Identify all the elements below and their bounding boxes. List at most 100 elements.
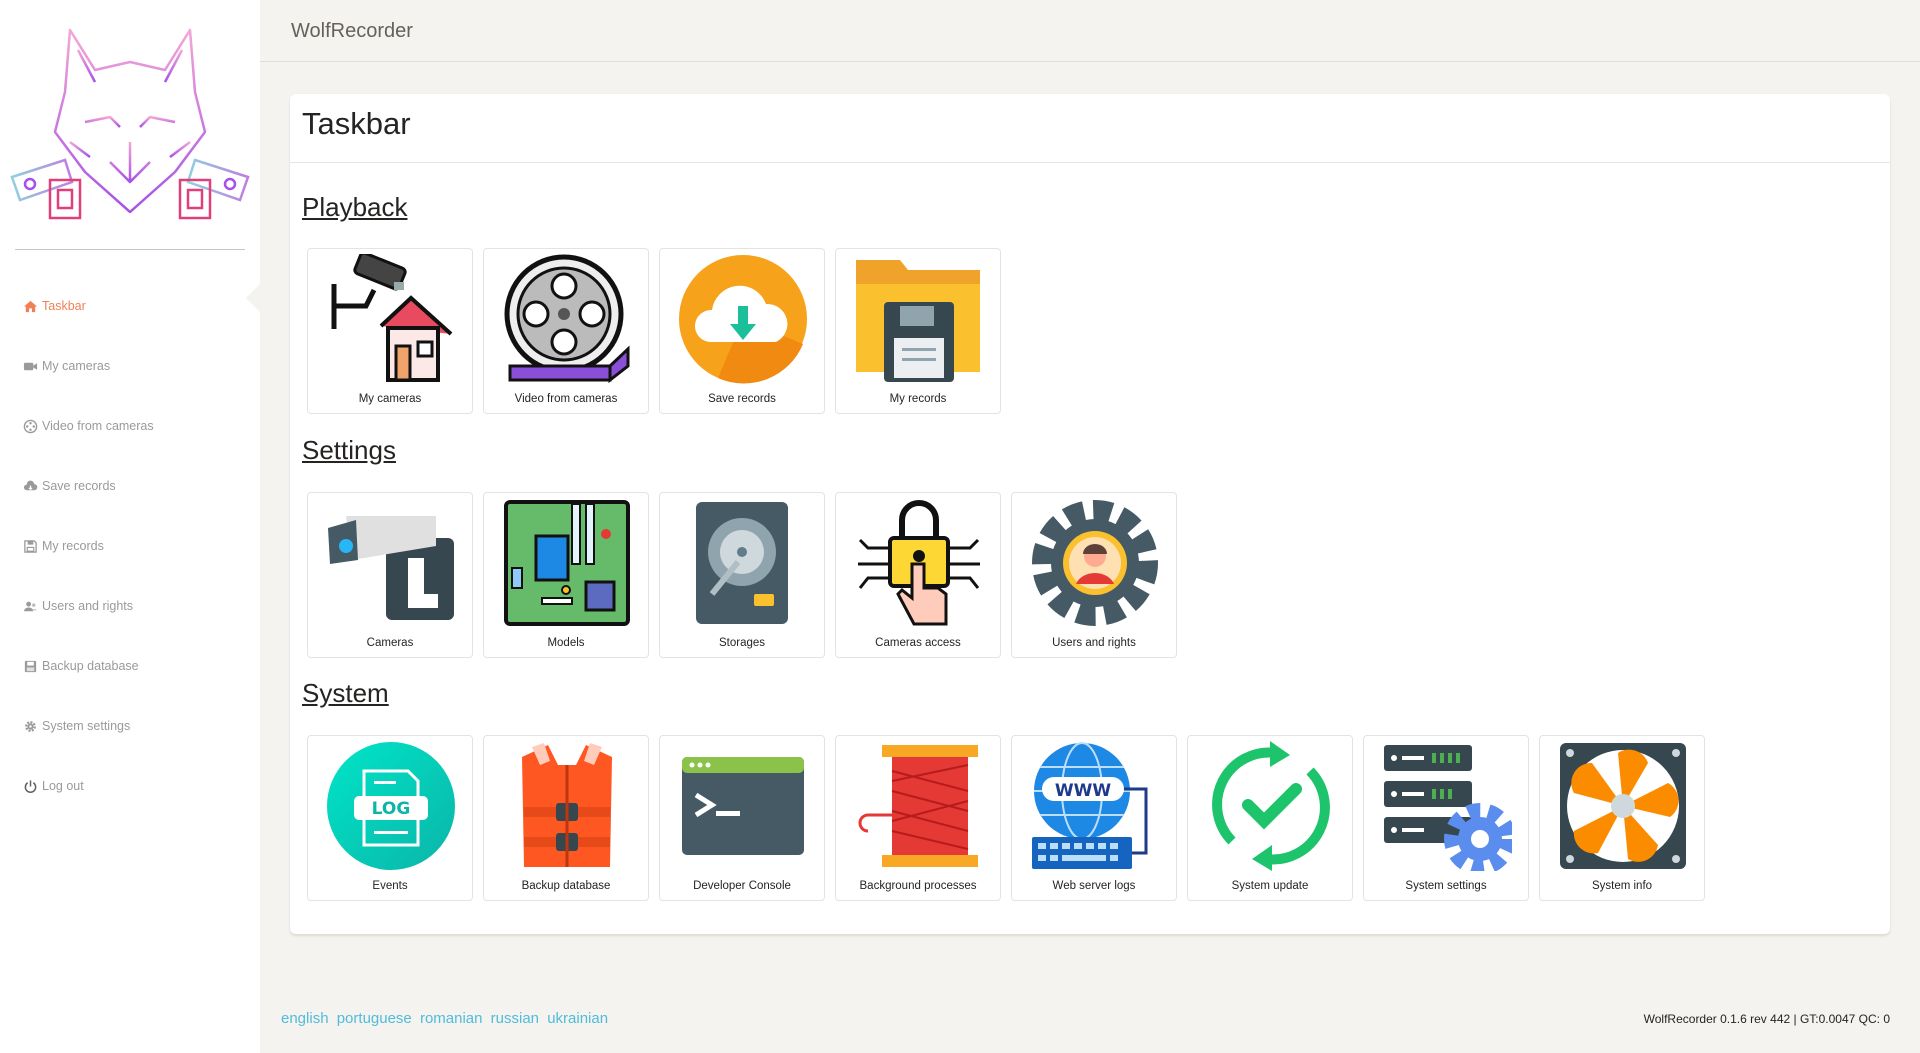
sidebar-item-log-out[interactable]: Log out (0, 756, 260, 816)
tile-events[interactable]: LOG Events (307, 735, 473, 901)
tile-label: Background processes (859, 880, 977, 892)
tile-label: Cameras (366, 637, 414, 649)
lang-portuguese-link[interactable]: portuguese (337, 1010, 412, 1027)
folder-floppy-icon (856, 260, 980, 382)
lang-english-link[interactable]: english (281, 1010, 329, 1027)
tile-web-server-logs[interactable]: WWW Web server logs (1011, 735, 1177, 901)
cctv-camera-icon (328, 516, 454, 620)
padlock-touch-icon (858, 500, 980, 626)
sidebar-item-save-records[interactable]: Save records (0, 456, 260, 516)
section-title-playback: Playback (302, 192, 408, 222)
floppy-icon (24, 539, 37, 553)
section-title-system: System (302, 678, 389, 708)
tile-label: Models (547, 637, 585, 649)
top-navbar: WolfRecorder (260, 0, 1920, 62)
thread-spool-icon (858, 745, 978, 867)
tile-label: Save records (708, 393, 776, 405)
svg-text:LOG: LOG (372, 799, 411, 819)
tile-label: Video from cameras (514, 393, 618, 405)
server-gear-icon (1384, 745, 1512, 871)
hard-drive-icon (696, 502, 788, 624)
film-reel-icon (504, 254, 630, 384)
terminal-icon (682, 757, 804, 855)
tile-my-cameras[interactable]: My cameras (307, 248, 473, 414)
tile-label: My cameras (358, 393, 422, 405)
film-icon (23, 419, 38, 433)
lang-ukrainian-link[interactable]: ukrainian (547, 1010, 608, 1027)
lang-romanian-link[interactable]: romanian (420, 1010, 483, 1027)
app-title[interactable]: WolfRecorder (291, 20, 413, 43)
tile-users-and-rights[interactable]: Users and rights (1011, 492, 1177, 658)
users-icon (23, 601, 38, 611)
tile-backup-database[interactable]: Backup database (483, 735, 649, 901)
gear-icon (25, 720, 36, 732)
taskbar-card: Taskbar Playback My cameras Video from c (290, 94, 1890, 934)
refresh-check-icon (1212, 741, 1330, 871)
tile-system-info[interactable]: System info (1539, 735, 1705, 901)
cloud-download-icon (679, 255, 807, 384)
video-camera-icon (23, 362, 38, 370)
sidebar: Taskbar My cameras Video from cameras Sa… (0, 0, 260, 1053)
database-save-icon (24, 660, 37, 672)
sidebar-item-label: System settings (42, 719, 131, 733)
home-icon (23, 300, 38, 312)
tile-save-records[interactable]: Save records (659, 248, 825, 414)
tile-label: Storages (718, 637, 766, 649)
active-item-caret (246, 284, 260, 312)
tile-label: System settings (1405, 880, 1487, 892)
tile-system-update[interactable]: System update (1187, 735, 1353, 901)
tile-cameras-access[interactable]: Cameras access (835, 492, 1001, 658)
tile-label: Events (372, 880, 408, 892)
tile-label: System update (1231, 880, 1309, 892)
tile-video-from-cameras[interactable]: Video from cameras (483, 248, 649, 414)
wolf-logo (10, 28, 250, 220)
sidebar-nav: Taskbar My cameras Video from cameras Sa… (0, 276, 260, 816)
sidebar-item-label: Video from cameras (42, 419, 154, 433)
sidebar-item-my-records[interactable]: My records (0, 516, 260, 576)
tile-models[interactable]: Models (483, 492, 649, 658)
version-info: WolfRecorder 0.1.6 rev 442 | GT:0.0047 Q… (1643, 1012, 1890, 1026)
tile-system-settings[interactable]: System settings (1363, 735, 1529, 901)
tile-my-records[interactable]: My records (835, 248, 1001, 414)
power-icon (24, 779, 37, 793)
tile-developer-console[interactable]: Developer Console (659, 735, 825, 901)
tile-cameras[interactable]: Cameras (307, 492, 473, 658)
tile-label: Users and rights (1052, 637, 1136, 649)
sidebar-item-my-cameras[interactable]: My cameras (0, 336, 260, 396)
sidebar-item-label: Log out (42, 779, 84, 793)
tile-label: Web server logs (1052, 880, 1136, 892)
section-title-settings: Settings (302, 435, 396, 465)
sidebar-divider (15, 249, 245, 250)
page-title: Taskbar (302, 106, 411, 141)
tile-label: My records (889, 393, 947, 405)
tile-background-processes[interactable]: Background processes (835, 735, 1001, 901)
sidebar-item-taskbar[interactable]: Taskbar (0, 276, 260, 336)
tile-storages[interactable]: Storages (659, 492, 825, 658)
sidebar-item-label: Save records (42, 479, 116, 493)
circuit-board-icon (504, 500, 630, 626)
language-switcher: english portuguese romanian russian ukra… (281, 1010, 612, 1027)
sidebar-item-video-from-cameras[interactable]: Video from cameras (0, 396, 260, 456)
life-vest-icon (522, 743, 612, 867)
tile-label: Cameras access (875, 637, 961, 649)
sidebar-item-label: Backup database (42, 659, 139, 673)
cloud-download-icon (23, 480, 38, 490)
camera-house-icon (331, 254, 453, 382)
sidebar-item-label: My records (42, 539, 104, 553)
lang-russian-link[interactable]: russian (491, 1010, 539, 1027)
www-keyboard-icon: WWW (1032, 742, 1148, 869)
sidebar-item-users-and-rights[interactable]: Users and rights (0, 576, 260, 636)
svg-text:WWW: WWW (1055, 781, 1112, 801)
tile-label: Developer Console (693, 880, 791, 892)
sidebar-item-backup-database[interactable]: Backup database (0, 636, 260, 696)
tile-label: System info (1591, 880, 1653, 892)
tile-label: Backup database (521, 880, 611, 892)
user-gear-icon (1032, 500, 1158, 626)
sidebar-item-system-settings[interactable]: System settings (0, 696, 260, 756)
title-divider (290, 162, 1890, 163)
sidebar-item-label: Users and rights (42, 599, 134, 613)
sidebar-item-label: My cameras (42, 359, 111, 373)
sidebar-item-label: Taskbar (42, 299, 86, 313)
cooling-fan-icon (1560, 743, 1686, 869)
log-icon: LOG (327, 742, 455, 870)
